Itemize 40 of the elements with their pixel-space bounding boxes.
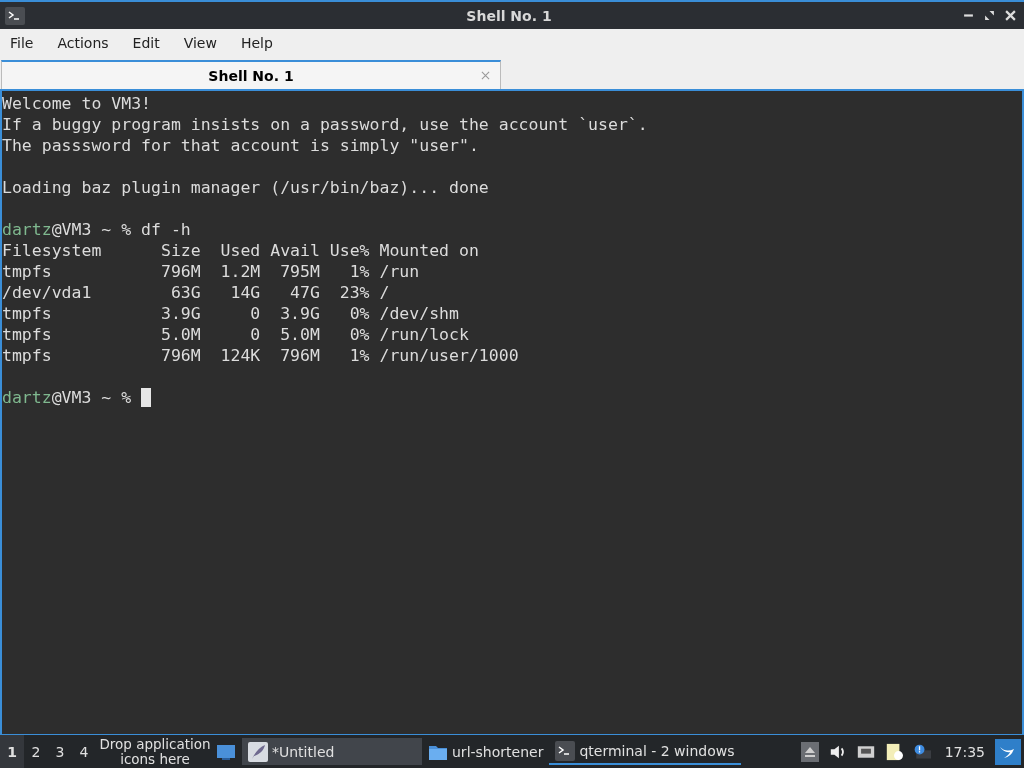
menu-item[interactable]: Actions	[57, 35, 109, 51]
terminal-line: If a buggy program insists on a password, use the account `user`.	[2, 114, 649, 135]
menu-item[interactable]: View	[183, 35, 217, 51]
desktop-button[interactable]: 2	[24, 735, 48, 768]
taskbar-button[interactable]: *Untitled	[242, 738, 422, 765]
terminal-line: tmpfs 796M 1.2M 795M 1% /run	[2, 261, 421, 282]
start-menu-icon[interactable]	[995, 738, 1021, 765]
clock[interactable]: 17:35	[944, 743, 985, 760]
eject-icon[interactable]	[800, 741, 819, 762]
terminal-line: Loading baz plugin manager (/usr/bin/baz)... done	[2, 177, 490, 198]
text-cursor	[141, 388, 152, 407]
terminal-line: tmpfs 5.0M 0 5.0M 0% /run/lock	[2, 324, 470, 345]
terminal-line: tmpfs 796M 124K 796M 1% /run/user/1000	[2, 345, 520, 366]
taskbar-button[interactable]: qterminal - 2 windows	[549, 738, 741, 765]
restore-icon[interactable]	[984, 10, 995, 21]
terminal-line: The passsword for that account is simply "user".	[2, 135, 480, 156]
clipboard-icon[interactable]	[884, 741, 903, 762]
desktop-button[interactable]: 3	[48, 735, 72, 768]
terminal-line: Filesystem Size Used Avail Use% Mounted on	[2, 240, 480, 261]
tab[interactable]: Shell No. 1	[1, 60, 501, 89]
terminal-icon	[555, 740, 576, 761]
menu-item[interactable]: Help	[240, 35, 273, 51]
desktop-button[interactable]: 4	[72, 735, 96, 768]
terminal-line: /dev/vda1 63G 14G 47G 23% /	[2, 282, 391, 303]
desktop-button[interactable]: 1	[0, 735, 24, 768]
prompt-text: @VM3 ~ % df -h	[51, 219, 191, 240]
window-title: Shell No. 1	[465, 7, 553, 24]
quicklaunch-hint: Drop application icons here	[98, 736, 212, 767]
terminal-line: tmpfs 3.9G 0 3.9G 0% /dev/shm	[2, 303, 460, 324]
terminal-line: Welcome to VM3!	[2, 93, 152, 114]
feather-icon	[248, 741, 268, 762]
terminal-area[interactable]	[0, 91, 1024, 734]
prompt-user: dartz	[2, 387, 52, 408]
taskbar-button[interactable]: url-shortener	[422, 738, 550, 765]
prompt-text: @VM3 ~ %	[51, 387, 132, 408]
terminal-icon	[5, 6, 25, 25]
show-desktop-icon[interactable]	[216, 742, 236, 761]
menu-item[interactable]: File	[10, 35, 34, 51]
prompt-user: dartz	[2, 219, 52, 240]
menu-item[interactable]: Edit	[132, 35, 160, 51]
